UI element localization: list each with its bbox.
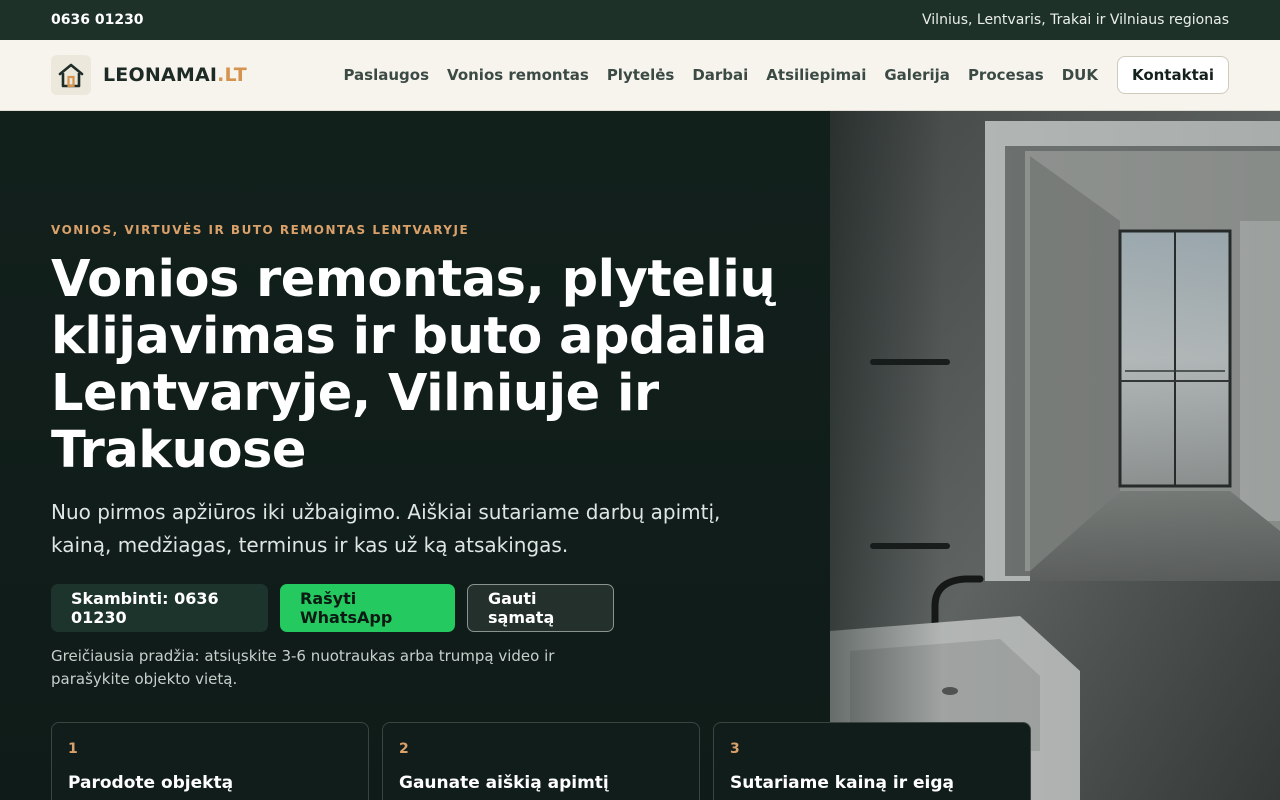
nav-galerija[interactable]: Galerija [884,66,950,84]
nav-atsiliepimai[interactable]: Atsiliepimai [766,66,866,84]
step-card: 3 Sutariame kainą ir eigą [713,722,1031,800]
nav-darbai[interactable]: Darbai [692,66,748,84]
step-number: 1 [68,741,78,757]
quote-button[interactable]: Gauti sąmatą [467,584,614,632]
step-title: Gaunate aiškią apimtį [399,773,609,793]
nav-paslaugos[interactable]: Paslaugos [343,66,429,84]
step-card: 1 Parodote objektą [51,722,369,800]
nav-procesas[interactable]: Procesas [968,66,1044,84]
nav-plyteles[interactable]: Plytelės [607,66,675,84]
logo[interactable]: LEONAMAI.LT [51,55,247,95]
site-header: LEONAMAI.LT Paslaugos Vonios remontas Pl… [0,40,1280,111]
hero-actions: Skambinti: 0636 01230 Rašyti WhatsApp Ga… [51,584,614,632]
logo-tld: .LT [217,64,247,86]
nav-duk[interactable]: DUK [1062,66,1098,84]
main-nav: Paslaugos Vonios remontas Plytelės Darba… [343,66,1097,84]
topbar-region: Vilnius, Lentvaris, Trakai ir Vilniaus r… [922,12,1229,28]
contact-button[interactable]: Kontaktai [1116,56,1229,94]
house-icon [51,55,91,95]
nav-vonios-remontas[interactable]: Vonios remontas [447,66,589,84]
call-button[interactable]: Skambinti: 0636 01230 [51,584,268,632]
top-bar: 0636 01230 Vilnius, Lentvaris, Trakai ir… [0,0,1280,40]
step-card: 2 Gaunate aiškią apimtį [382,722,700,800]
hero-note: Greičiausia pradžia: atsiųskite 3-6 nuot… [51,647,555,688]
topbar-phone[interactable]: 0636 01230 [51,12,144,28]
step-title: Parodote objektą [68,773,234,793]
logo-text: LEONAMAI.LT [103,64,247,86]
bathroom-photo [830,111,1280,800]
process-steps: 1 Parodote objektą 2 Gaunate aiškią apim… [51,722,1031,800]
hero-headline: Vonios remontas, plytelių klijavimas ir … [51,250,776,480]
hero-kicker: VONIOS, VIRTUVĖS IR BUTO REMONTAS LENTVA… [51,223,470,237]
hero-section: VONIOS, VIRTUVĖS IR BUTO REMONTAS LENTVA… [0,111,1280,800]
whatsapp-button[interactable]: Rašyti WhatsApp [280,584,455,632]
hero-lead: Nuo pirmos apžiūros iki užbaigimo. Aiški… [51,500,721,557]
step-number: 3 [730,741,740,757]
step-title: Sutariame kainą ir eigą [730,773,955,793]
logo-name: LEONAMAI [103,64,218,86]
step-number: 2 [399,741,409,757]
